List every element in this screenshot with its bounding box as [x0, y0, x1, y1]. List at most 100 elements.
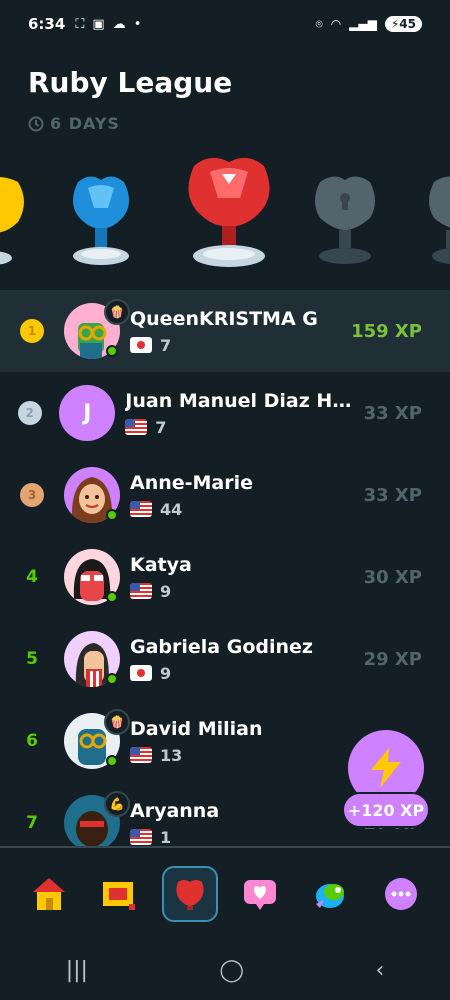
- system-navigation-bar[interactable]: ||| ◯ ‹: [0, 940, 450, 1000]
- user-meta: 44: [130, 500, 350, 519]
- user-info: Aryanna 1: [130, 800, 350, 847]
- user-info: Katya 9: [130, 554, 350, 601]
- streak-count: 13: [160, 745, 183, 765]
- usa-flag-icon: [130, 501, 152, 517]
- usa-flag-icon: [125, 419, 148, 435]
- user-meta: 9: [130, 664, 350, 683]
- rank-number: 2: [25, 406, 34, 420]
- characters-tab[interactable]: [302, 866, 358, 922]
- leaderboard-row[interactable]: 1 🍿 QueenKRISTMA G 7 159 XP: [0, 290, 450, 372]
- heart-message-icon: [244, 880, 277, 910]
- muscle-badge-icon: 💪: [104, 791, 130, 817]
- xp-value: 33 XP: [363, 402, 422, 424]
- rank-number: 7: [26, 813, 38, 833]
- rank-number: 3: [27, 488, 37, 502]
- xp-value: 159 XP: [351, 320, 422, 342]
- online-status-dot: [106, 345, 118, 357]
- avatar[interactable]: 🍿: [64, 709, 130, 769]
- treasure-chest-icon: [103, 882, 136, 910]
- home-button-icon[interactable]: ◯: [219, 958, 244, 983]
- user-meta: 1: [130, 827, 350, 847]
- streak-count: 9: [160, 663, 172, 683]
- avatar[interactable]: [64, 631, 120, 687]
- leaderboard-row[interactable]: 5 Gabriela Godinez 9 29 XP: [0, 618, 450, 700]
- rank-number: 6: [26, 731, 38, 751]
- silver-medal-icon: 2: [17, 401, 42, 425]
- online-status-dot: [106, 509, 118, 521]
- rank-cell: 1: [0, 319, 64, 343]
- leaderboard-tab[interactable]: [161, 866, 218, 922]
- online-status-dot: [106, 591, 118, 603]
- bird-character-icon: [316, 884, 345, 908]
- usa-flag-icon: [130, 747, 152, 763]
- social-tab[interactable]: [232, 866, 288, 922]
- streak-count: 9: [160, 581, 172, 601]
- usa-flag-icon: [130, 829, 152, 845]
- user-info: Anne-Marie 44: [130, 472, 350, 519]
- popcorn-badge-icon: 🍿: [104, 709, 130, 735]
- locked-league-trophy-icon: [429, 176, 450, 264]
- leaderboard-row[interactable]: 3 Anne-Marie 44 33 XP: [0, 454, 450, 536]
- sapphire-league-trophy-icon: [73, 176, 129, 265]
- user-name: Juan Manuel Diaz He...: [125, 389, 356, 412]
- rank-cell: 2: [0, 401, 59, 425]
- leaderboard-row[interactable]: 4 Katya 9 30 XP: [0, 536, 450, 618]
- status-system-icons: ⌾ ◠ ▂▄▆ ⚡45: [315, 16, 422, 32]
- cloud-icon: ☁: [112, 16, 126, 32]
- leaderboard-row[interactable]: 2 J Juan Manuel Diaz He... 7 33 XP: [0, 372, 450, 454]
- gold-medal-icon: 1: [20, 319, 44, 343]
- avatar-letter: J: [59, 385, 116, 441]
- status-time: 6:34: [28, 15, 66, 33]
- user-name: QueenKRISTMA G: [130, 307, 318, 330]
- quests-tab[interactable]: [91, 866, 147, 922]
- ruby-league-trophy-icon: [188, 157, 270, 267]
- avatar[interactable]: J: [59, 385, 116, 441]
- streak-count: 1: [160, 827, 172, 847]
- ruby-shield-icon: [176, 880, 204, 910]
- more-tab[interactable]: [373, 866, 429, 922]
- user-name: Gabriela Godinez: [130, 635, 313, 658]
- signal-icon: ▂▄▆: [349, 17, 377, 31]
- status-bar: 6:34 ⛶ ▣ ☁ • ⌾ ◠ ▂▄▆ ⚡45: [0, 0, 450, 48]
- gold-league-trophy-icon: [0, 177, 24, 265]
- popcorn-badge-icon: 🍿: [104, 299, 130, 325]
- avatar[interactable]: 💪: [64, 791, 130, 846]
- xp-value: 30 XP: [363, 566, 422, 588]
- avatar[interactable]: 🍿: [64, 299, 130, 359]
- user-meta: 9: [130, 582, 350, 601]
- user-meta: 7: [125, 418, 355, 437]
- user-name: David Milian: [130, 717, 263, 740]
- xp-boost-label: +120 XP: [342, 792, 430, 828]
- japan-flag-icon: [130, 337, 152, 353]
- usa-flag-icon: [130, 583, 152, 599]
- home-tab[interactable]: [21, 866, 77, 922]
- user-name: Anne-Marie: [130, 471, 254, 494]
- recent-apps-icon[interactable]: |||: [66, 958, 88, 983]
- user-info: Juan Manuel Diaz He... 7: [125, 390, 355, 437]
- clock-icon: [28, 116, 44, 131]
- avatar[interactable]: [64, 549, 120, 605]
- wifi-icon: ◠: [330, 17, 342, 31]
- avatar[interactable]: [64, 467, 120, 523]
- battery-indicator: ⚡45: [384, 16, 422, 32]
- back-icon[interactable]: ‹: [375, 958, 384, 983]
- streak-count: 44: [160, 499, 183, 519]
- screenshot-icon: ⛶: [75, 16, 85, 32]
- online-status-dot: [106, 673, 118, 685]
- bottom-tab-bar[interactable]: [0, 848, 450, 940]
- more-options-icon: [384, 878, 417, 910]
- league-trophy-carousel[interactable]: [0, 150, 450, 280]
- dot-icon: •: [133, 16, 142, 32]
- lightning-bolt-icon: [371, 748, 401, 788]
- user-info: QueenKRISTMA G 7: [130, 308, 350, 355]
- location-icon: ⌾: [315, 16, 323, 31]
- xp-boost-button[interactable]: +120 XP: [342, 730, 430, 828]
- league-title: Ruby League: [28, 66, 233, 99]
- rank-number: 5: [26, 649, 38, 669]
- streak-count: 7: [160, 335, 172, 355]
- user-name: Katya: [130, 553, 192, 576]
- rank-number: 1: [27, 324, 37, 338]
- rank-cell: 3: [0, 483, 64, 507]
- japan-flag-icon: [130, 665, 152, 681]
- user-meta: 13: [130, 746, 350, 765]
